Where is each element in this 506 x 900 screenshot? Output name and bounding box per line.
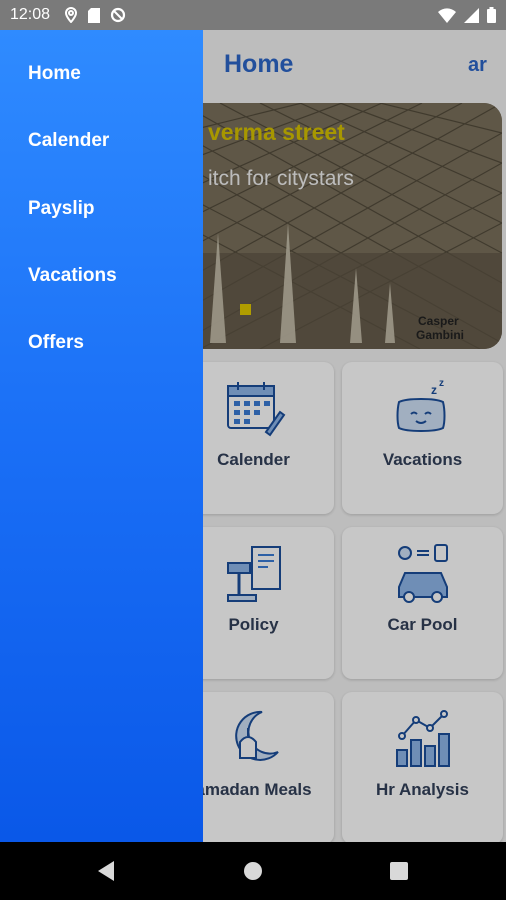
drawer-item-offers[interactable]: Offers <box>28 332 84 354</box>
drawer-item-home[interactable]: Home <box>28 63 81 85</box>
status-bar: 12:08 <box>0 0 506 30</box>
status-time: 12:08 <box>10 6 51 23</box>
signal-icon <box>464 7 479 23</box>
battery-icon <box>487 7 496 23</box>
drawer-item-payslip[interactable]: Payslip <box>28 198 95 220</box>
wifi-icon <box>438 7 456 23</box>
system-nav-bar <box>0 842 506 900</box>
recents-icon[interactable] <box>390 862 408 880</box>
navigation-drawer: Home Calender Payslip Vacations Offers <box>0 30 203 842</box>
home-icon[interactable] <box>243 861 263 881</box>
drawer-item-vacations[interactable]: Vacations <box>28 265 117 287</box>
drawer-item-calender[interactable]: Calender <box>28 130 109 152</box>
location-icon <box>65 7 78 23</box>
back-icon[interactable] <box>96 860 116 882</box>
data-saver-icon <box>110 7 126 23</box>
sd-card-icon <box>88 7 101 23</box>
